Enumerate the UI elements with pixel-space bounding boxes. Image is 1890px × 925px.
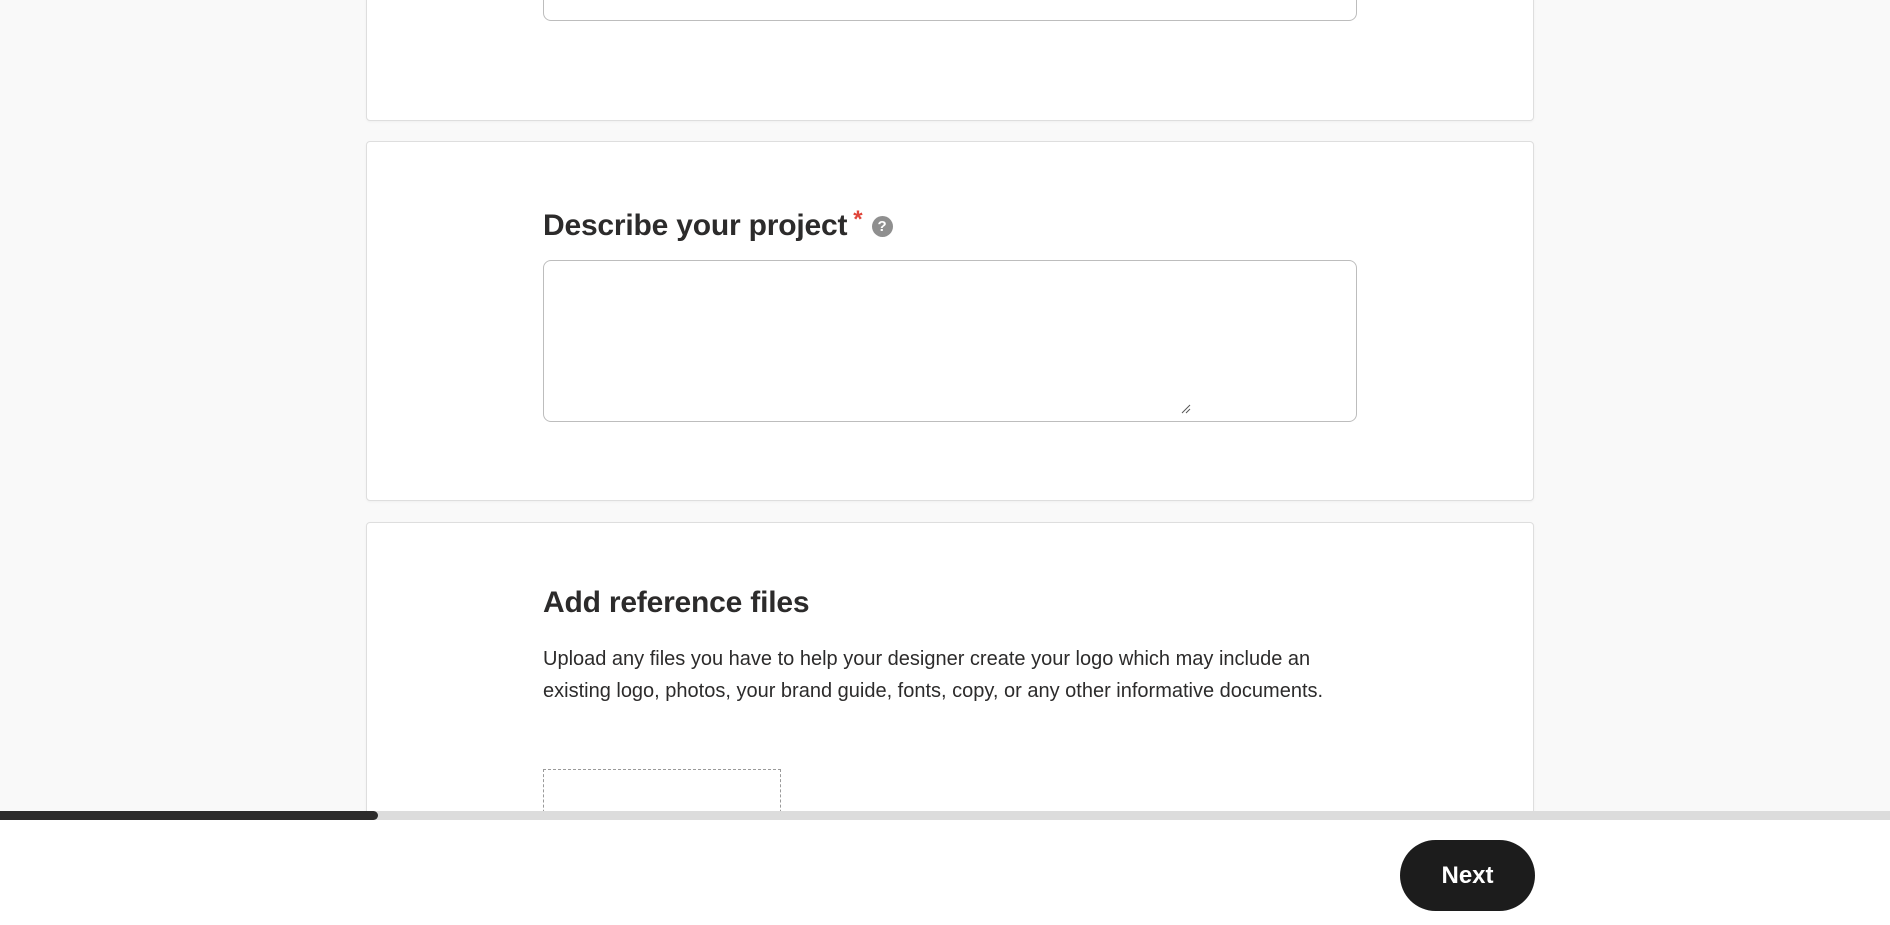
previous-question-card (366, 0, 1534, 121)
progress-bar-fill (0, 811, 378, 820)
question-circle-icon[interactable]: ? (871, 215, 893, 237)
describe-project-textarea[interactable] (543, 260, 1357, 422)
required-asterisk: * (853, 206, 863, 233)
describe-project-label-row: Describe your project * ? (543, 206, 893, 246)
describe-project-card: Describe your project * ? (366, 141, 1534, 501)
progress-bar (0, 811, 1890, 820)
describe-project-label: Describe your project (543, 209, 848, 242)
reference-files-title: Add reference files (543, 586, 810, 619)
form-scroll-area[interactable]: Describe your project * ? Add reference … (0, 0, 1890, 812)
reference-files-description: Upload any files you have to help your d… (543, 648, 1324, 702)
reference-files-card: Add reference files Upload any files you… (366, 522, 1534, 812)
next-button[interactable]: Next (1400, 840, 1535, 911)
footer-bar: Next (0, 820, 1890, 925)
resize-grip-icon[interactable] (1179, 402, 1191, 414)
previous-text-input[interactable] (543, 0, 1357, 21)
file-upload-dropzone[interactable] (543, 769, 781, 812)
